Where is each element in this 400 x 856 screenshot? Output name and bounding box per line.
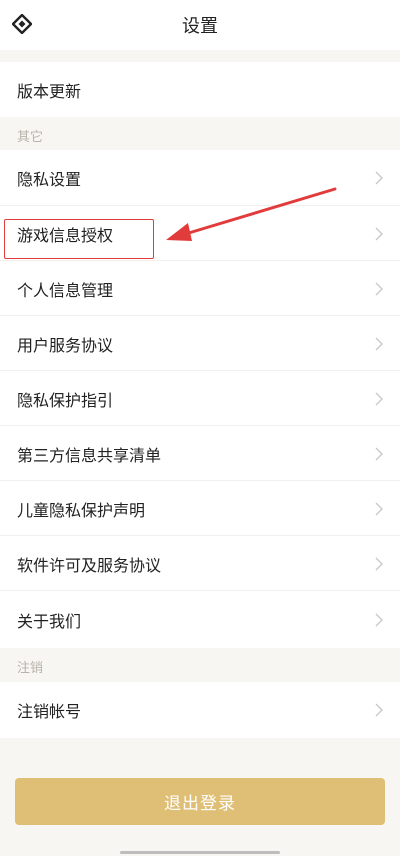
chevron-right-icon	[375, 282, 383, 295]
settings-item-label: 关于我们	[17, 611, 82, 631]
red-arrow-icon	[166, 187, 337, 241]
settings-item-label: 个人信息管理	[17, 280, 114, 300]
settings-item-label: 隐私设置	[17, 170, 82, 189]
chevron-right-icon	[375, 502, 383, 515]
logout-button[interactable]: 退出登录	[15, 778, 385, 825]
settings-item-label: 第三方信息共享清单	[17, 445, 162, 465]
settings-item-cancel-account[interactable]: 注销帐号	[0, 682, 400, 738]
chevron-right-icon	[375, 227, 383, 240]
section-header-other: 其它	[0, 117, 400, 150]
settings-item-children-privacy[interactable]: 儿童隐私保护声明	[0, 481, 400, 536]
chevron-right-icon	[375, 447, 383, 460]
section-title-other: 其它	[17, 130, 44, 145]
chevron-right-icon	[375, 703, 383, 717]
version-update-row[interactable]: 版本更新	[0, 62, 400, 155]
chevron-right-icon	[375, 557, 383, 570]
chevron-right-icon	[375, 392, 383, 405]
settings-item-third-party-list[interactable]: 第三方信息共享清单	[0, 426, 400, 481]
settings-item-label: 用户服务协议	[17, 335, 114, 355]
section-title-cancel: 注销	[17, 661, 44, 676]
highlight-box	[4, 219, 154, 259]
chevron-right-icon	[375, 171, 383, 185]
chevron-right-icon	[375, 337, 383, 350]
settings-item-about-us[interactable]: 关于我们	[0, 591, 400, 648]
back-logo-button[interactable]	[8, 10, 36, 38]
top-bar: 设置	[0, 0, 400, 50]
chevron-right-icon	[375, 613, 383, 626]
diamond-logo-icon	[12, 14, 32, 34]
home-indicator	[120, 851, 280, 854]
settings-item-label: 隐私保护指引	[17, 390, 114, 410]
settings-item-privacy-guide[interactable]: 隐私保护指引	[0, 371, 400, 426]
section-header-cancel: 注销	[0, 648, 400, 682]
settings-item-user-agreement[interactable]: 用户服务协议	[0, 316, 400, 371]
settings-item-software-license[interactable]: 软件许可及服务协议	[0, 536, 400, 591]
page-title: 设置	[182, 16, 218, 37]
settings-item-label: 软件许可及服务协议	[17, 555, 162, 575]
top-spacer	[0, 50, 400, 62]
settings-item-label: 儿童隐私保护声明	[17, 500, 146, 520]
settings-item-label: 注销帐号	[17, 702, 82, 721]
settings-item-personal-info[interactable]: 个人信息管理	[0, 261, 400, 316]
version-update-label: 版本更新	[17, 81, 82, 101]
